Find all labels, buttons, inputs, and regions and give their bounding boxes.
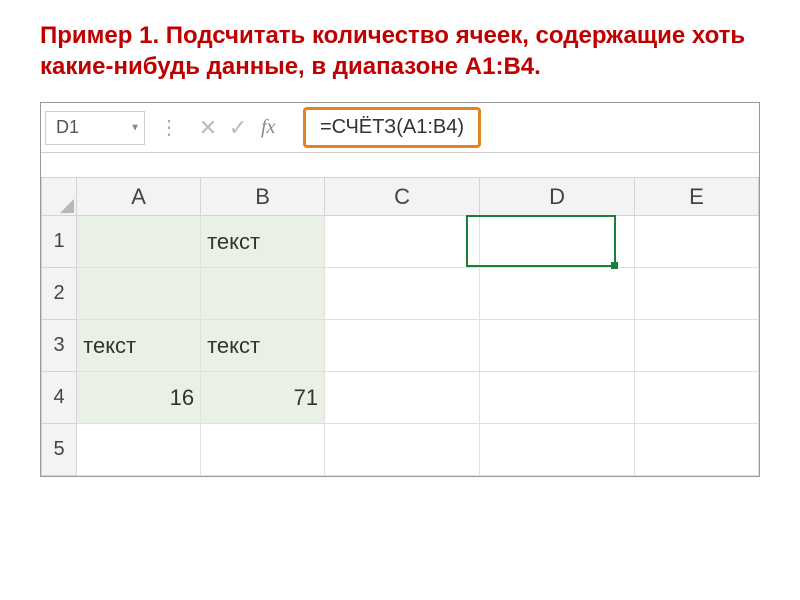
cell-E2[interactable] xyxy=(635,268,759,320)
example-title: Пример 1. Подсчитать количество ячеек, с… xyxy=(40,20,760,82)
col-header-D[interactable]: D xyxy=(480,178,635,216)
cancel-icon[interactable]: ✕ xyxy=(193,115,223,141)
name-box-value: D1 xyxy=(56,117,79,138)
fx-icon[interactable]: fx xyxy=(261,116,291,139)
col-header-C[interactable]: C xyxy=(325,178,480,216)
cell-A1[interactable] xyxy=(77,216,201,268)
col-header-A[interactable]: A xyxy=(77,178,201,216)
row-header-1[interactable]: 1 xyxy=(42,216,77,268)
row-header-2[interactable]: 2 xyxy=(42,268,77,320)
spreadsheet-grid: A B C D E 1 текст 2 xyxy=(41,177,759,476)
col-header-B[interactable]: B xyxy=(201,178,325,216)
select-all-corner[interactable] xyxy=(42,178,77,216)
cell-C5[interactable] xyxy=(325,424,480,476)
cell-E1[interactable] xyxy=(635,216,759,268)
cell-D1[interactable] xyxy=(480,216,635,268)
cell-C3[interactable] xyxy=(325,320,480,372)
separator-icon: ⋮ xyxy=(159,115,179,140)
formula-bar: D1 ▼ ⋮ ✕ ✓ fx =СЧЁТЗ(A1:B4) xyxy=(41,103,759,153)
cell-E5[interactable] xyxy=(635,424,759,476)
name-box-dropdown-icon[interactable]: ▼ xyxy=(130,122,140,133)
cell-D4[interactable] xyxy=(480,372,635,424)
col-header-E[interactable]: E xyxy=(635,178,759,216)
cell-B4[interactable]: 71 xyxy=(201,372,325,424)
cell-B1[interactable]: текст xyxy=(201,216,325,268)
cell-A5[interactable] xyxy=(77,424,201,476)
excel-screenshot: D1 ▼ ⋮ ✕ ✓ fx =СЧЁТЗ(A1:B4) A B C D E 1 … xyxy=(40,102,760,477)
name-box[interactable]: D1 ▼ xyxy=(45,111,145,145)
cell-B3[interactable]: текст xyxy=(201,320,325,372)
row-header-3[interactable]: 3 xyxy=(42,320,77,372)
cell-A3[interactable]: текст xyxy=(77,320,201,372)
cell-E4[interactable] xyxy=(635,372,759,424)
formula-input[interactable]: =СЧЁТЗ(A1:B4) xyxy=(303,107,481,148)
row-header-4[interactable]: 4 xyxy=(42,372,77,424)
cell-D3[interactable] xyxy=(480,320,635,372)
cell-E3[interactable] xyxy=(635,320,759,372)
enter-icon[interactable]: ✓ xyxy=(223,115,253,141)
cell-C1[interactable] xyxy=(325,216,480,268)
cell-A2[interactable] xyxy=(77,268,201,320)
cell-C4[interactable] xyxy=(325,372,480,424)
cell-B2[interactable] xyxy=(201,268,325,320)
cell-A4[interactable]: 16 xyxy=(77,372,201,424)
row-header-5[interactable]: 5 xyxy=(42,424,77,476)
cell-D2[interactable] xyxy=(480,268,635,320)
cell-D5[interactable] xyxy=(480,424,635,476)
cell-C2[interactable] xyxy=(325,268,480,320)
cell-B5[interactable] xyxy=(201,424,325,476)
